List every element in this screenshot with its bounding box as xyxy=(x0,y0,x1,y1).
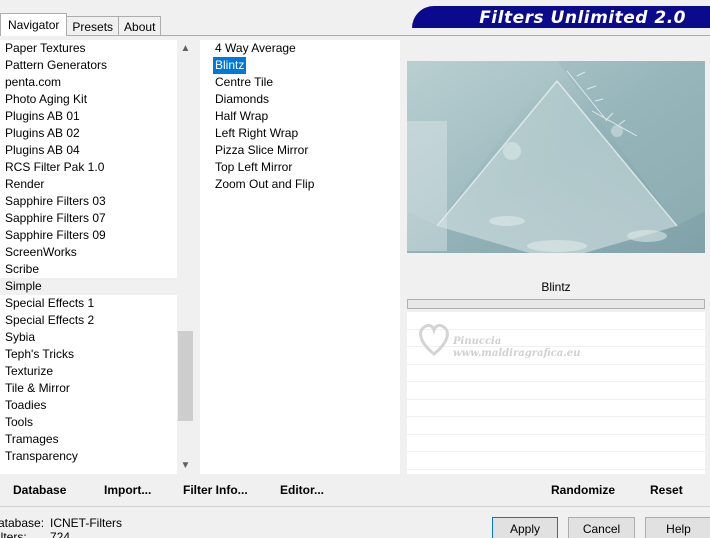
tab-navigator[interactable]: Navigator xyxy=(0,13,68,36)
control-row xyxy=(407,435,705,452)
reset-button[interactable]: Reset xyxy=(650,478,683,502)
import-button[interactable]: Import... xyxy=(104,478,151,502)
filter-item[interactable]: Half Wrap xyxy=(200,108,400,125)
filter-name-label: Blintz xyxy=(407,275,705,299)
category-item[interactable]: Plugins AB 04 xyxy=(0,142,194,159)
filter-item[interactable]: Blintz xyxy=(200,57,400,74)
filter-item[interactable]: 4 Way Average xyxy=(200,40,400,57)
filter-item-label: Centre Tile xyxy=(215,75,274,89)
control-row xyxy=(407,382,705,400)
filter-item[interactable]: Zoom Out and Flip xyxy=(200,176,400,193)
filter-item-label: Blintz xyxy=(213,57,247,74)
filter-item-label: Left Right Wrap xyxy=(215,126,299,140)
watermark-heart-icon xyxy=(419,323,449,356)
preview-image xyxy=(407,61,705,253)
filter-item-label: 4 Way Average xyxy=(215,41,296,55)
filters-count-label: ilters: xyxy=(0,530,27,538)
filter-item-label: Pizza Slice Mirror xyxy=(215,143,309,157)
tab-navigator-label: Navigator xyxy=(8,18,60,32)
help-button[interactable]: Help xyxy=(645,517,710,538)
tab-about-label: About xyxy=(124,19,156,34)
category-item[interactable]: Sapphire Filters 09 xyxy=(0,227,194,244)
filter-item[interactable]: Pizza Slice Mirror xyxy=(200,142,400,159)
tab-bar: Navigator Presets About xyxy=(0,13,162,36)
category-item[interactable]: Tools xyxy=(0,414,194,431)
filters-count-value: 724 xyxy=(50,530,71,538)
category-item[interactable]: Sapphire Filters 03 xyxy=(0,193,194,210)
bottom-toolbar: Database Import... Filter Info... Editor… xyxy=(0,478,710,502)
watermark-name: Pinuccia xyxy=(453,336,502,347)
category-item[interactable]: Texturize xyxy=(0,363,194,380)
category-item[interactable]: Plugins AB 01 xyxy=(0,108,194,125)
editor-button[interactable]: Editor... xyxy=(280,478,324,502)
category-item[interactable]: Paper Textures xyxy=(0,40,194,57)
category-list[interactable]: Paper Textures Pattern Generators penta.co… xyxy=(0,40,194,474)
scroll-up-icon[interactable]: ▲ xyxy=(177,40,194,57)
category-item[interactable]: Special Effects 2 xyxy=(0,312,194,329)
filter-item[interactable]: Centre Tile xyxy=(200,74,400,91)
cancel-button[interactable]: Cancel xyxy=(568,517,635,538)
control-slider[interactable] xyxy=(407,299,705,309)
filter-item[interactable]: Diamonds xyxy=(200,91,400,108)
database-button[interactable]: Database xyxy=(13,478,66,502)
filter-list[interactable]: 4 Way Average Blintz Centre Tile Diamonds Ha… xyxy=(200,40,400,474)
tab-presets-label: Presets xyxy=(72,19,114,34)
scroll-down-icon[interactable]: ▼ xyxy=(177,457,194,474)
app-title: Filters Unlimited 2.0 xyxy=(479,8,686,28)
category-item[interactable]: Plugins AB 02 xyxy=(0,125,194,142)
control-row xyxy=(407,452,705,470)
scrollbar-thumb[interactable] xyxy=(178,331,193,421)
category-scrollbar[interactable]: ▲ ▼ xyxy=(177,40,194,474)
category-item[interactable]: penta.com xyxy=(0,74,194,91)
category-item[interactable]: Sapphire Filters 07 xyxy=(0,210,194,227)
watermark-url: www.maldiragrafica.eu xyxy=(453,348,581,359)
filter-item-label: Diamonds xyxy=(215,92,270,106)
filter-item-label: Top Left Mirror xyxy=(215,160,293,174)
filter-info-button[interactable]: Filter Info... xyxy=(183,478,248,502)
category-item[interactable]: RCS Filter Pak 1.0 xyxy=(0,159,194,176)
bottom-divider xyxy=(0,506,710,507)
category-item[interactable]: Tile & Mirror xyxy=(0,380,194,397)
preview-graphic xyxy=(407,61,705,253)
database-label: atabase: xyxy=(0,516,45,530)
randomize-button[interactable]: Randomize xyxy=(551,478,615,502)
category-item[interactable]: Transparency xyxy=(0,448,194,465)
category-item[interactable]: Simple xyxy=(0,278,194,295)
filter-item[interactable]: Left Right Wrap xyxy=(200,125,400,142)
app-banner: Filters Unlimited 2.0 xyxy=(412,6,710,28)
cancel-label: Cancel xyxy=(582,522,621,536)
tab-about[interactable]: About xyxy=(118,16,162,36)
category-item[interactable]: Teph's Tricks xyxy=(0,346,194,363)
database-value: ICNET-Filters xyxy=(50,516,122,530)
tab-presets[interactable]: Presets xyxy=(66,16,120,36)
filter-item-label: Zoom Out and Flip xyxy=(215,177,315,191)
category-item[interactable]: Render xyxy=(0,176,194,193)
apply-button[interactable]: Apply xyxy=(492,517,558,538)
category-item[interactable]: Toadies xyxy=(0,397,194,414)
category-item[interactable]: Special Effects 1 xyxy=(0,295,194,312)
tab-divider xyxy=(0,35,710,36)
category-item[interactable]: ScreenWorks xyxy=(0,244,194,261)
category-item[interactable]: Photo Aging Kit xyxy=(0,91,194,108)
category-item[interactable]: Scribe xyxy=(0,261,194,278)
filter-item[interactable]: Top Left Mirror xyxy=(200,159,400,176)
control-row xyxy=(407,417,705,435)
apply-label: Apply xyxy=(509,522,541,536)
filter-item-label: Half Wrap xyxy=(215,109,269,123)
category-item[interactable]: Pattern Generators xyxy=(0,57,194,74)
control-row xyxy=(407,400,705,417)
watermark: Pinuccia www.maldiragrafica.eu xyxy=(417,318,597,368)
category-item[interactable]: Sybia xyxy=(0,329,194,346)
category-item[interactable]: Tramages xyxy=(0,431,194,448)
help-label: Help xyxy=(666,522,691,536)
